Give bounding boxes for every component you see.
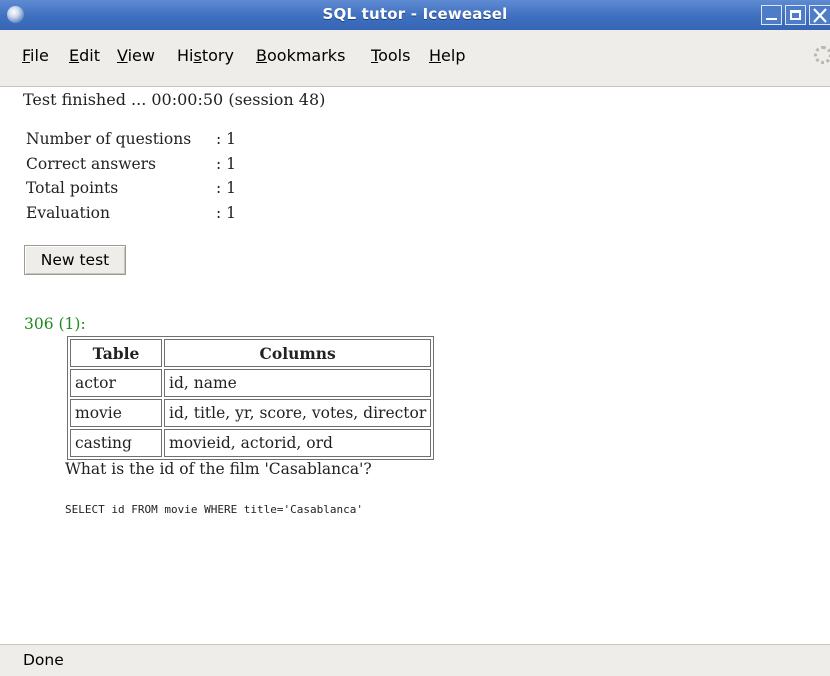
window-title: SQL tutor - Iceweasel: [322, 5, 508, 23]
test-status: Test finished ... 00:00:50 (session 48): [23, 90, 326, 109]
table-row: movie id, title, yr, score, votes, direc…: [70, 399, 432, 427]
stat-value: : 1: [216, 130, 237, 148]
answer-sql: SELECT id FROM movie WHERE title='Casabl…: [65, 503, 364, 516]
page-content: Test finished ... 00:00:50 (session 48) …: [0, 87, 830, 644]
menu-file[interactable]: File: [22, 46, 49, 65]
menu-file-label: ile: [30, 46, 49, 65]
close-button[interactable]: [809, 5, 830, 25]
menu-help-label: elp: [441, 46, 466, 65]
menu-view[interactable]: View: [117, 46, 155, 65]
title-bar[interactable]: SQL tutor - Iceweasel: [0, 0, 830, 30]
new-test-button[interactable]: New test: [24, 245, 126, 275]
menu-edit-label: dit: [79, 46, 100, 65]
status-bar: Done: [0, 644, 830, 676]
status-text: Done: [23, 651, 64, 669]
menu-file-accel: F: [22, 46, 31, 65]
menu-edit-accel: E: [69, 46, 80, 65]
maximize-button[interactable]: [785, 5, 806, 25]
throbber-icon: [814, 46, 830, 64]
menu-history[interactable]: History: [177, 46, 234, 65]
table-cell: casting: [70, 429, 162, 457]
menu-bookmarks[interactable]: Bookmarks: [256, 46, 345, 65]
stat-label: Evaluation: [26, 203, 110, 222]
table-cell: actor: [70, 369, 162, 397]
table-row: casting movieid, actorid, ord: [70, 429, 432, 457]
question-text: What is the id of the film 'Casablanca'?: [65, 460, 372, 478]
stat-label: Total points: [26, 179, 119, 197]
menu-view-accel: V: [117, 46, 128, 65]
minimize-button[interactable]: [761, 5, 782, 25]
table-row: actor id, name: [70, 369, 432, 397]
table-cell: movie: [70, 399, 162, 427]
table-header: Table: [70, 339, 162, 367]
menu-tools-accel: T: [371, 46, 379, 65]
menu-help[interactable]: Help: [429, 46, 465, 65]
menu-history-label: tory: [201, 46, 234, 65]
table-cell: id, title, yr, score, votes, director: [164, 399, 432, 427]
menu-history-accel: s: [193, 46, 202, 65]
close-icon: [813, 8, 827, 23]
question-header: 306 (1):: [24, 315, 86, 333]
table-header-row: Table Columns: [70, 339, 432, 367]
menu-edit[interactable]: Edit: [69, 46, 100, 65]
stat-value: : 1: [216, 154, 237, 173]
stat-label: Number of questions: [26, 130, 192, 148]
stat-label: Correct answers: [26, 154, 157, 173]
menu-history-pre: Hi: [177, 46, 194, 65]
schema-table: Table Columns actor id, name movie id, t…: [67, 336, 435, 460]
menu-help-accel: H: [429, 46, 442, 65]
stat-value: : 1: [216, 179, 237, 197]
table-cell: id, name: [164, 369, 432, 397]
menu-view-label: iew: [127, 46, 155, 65]
stat-value: : 1: [216, 203, 237, 222]
menu-bar: File Edit View History Bookmarks Tools H…: [0, 30, 830, 87]
menu-bookmarks-accel: B: [256, 46, 267, 65]
menu-bookmarks-label: ookmarks: [266, 46, 346, 65]
table-cell: movieid, actorid, ord: [164, 429, 432, 457]
menu-tools[interactable]: Tools: [371, 46, 410, 65]
menu-tools-label: ools: [378, 46, 411, 65]
table-header: Columns: [164, 339, 432, 367]
